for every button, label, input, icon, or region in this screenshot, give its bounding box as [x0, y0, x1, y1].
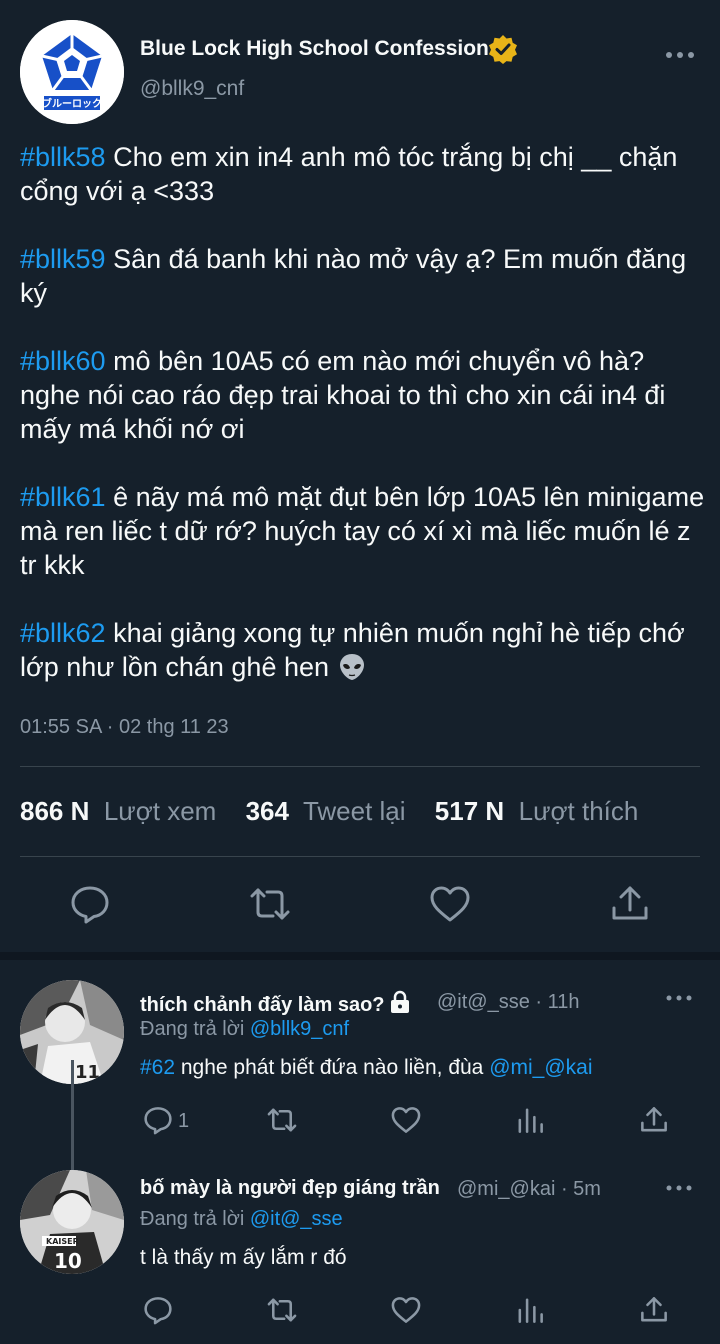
post-paragraph: #bllk62 khai giảng xong tự nhiên muốn ng… — [20, 616, 710, 684]
post-paragraph: #bllk60 mô bên 10A5 có em nào mới chuyển… — [20, 344, 710, 446]
retweet-icon[interactable] — [266, 1104, 298, 1136]
author-handle[interactable]: @bllk9_cnf — [140, 77, 244, 101]
reply-avatar[interactable]: KAISER 10 — [20, 1170, 124, 1274]
post-paragraph: #bllk61 ê nãy má mô mặt đụt bên lớp 10A5… — [20, 480, 710, 582]
share-icon[interactable] — [638, 1104, 670, 1136]
post-text: ê nãy má mô mặt đụt bên lớp 10A5 lên min… — [20, 482, 712, 580]
analytics-icon[interactable] — [514, 1294, 546, 1326]
share-icon[interactable] — [608, 882, 652, 926]
analytics-icon[interactable] — [514, 1104, 546, 1136]
tweet-stats: 866 N Lượt xem 364 Tweet lại 517 N Lượt … — [20, 796, 660, 827]
retweet-icon[interactable] — [266, 1294, 298, 1326]
hashtag-link[interactable]: #bllk62 — [20, 618, 106, 648]
mention-link[interactable]: @mi_@kai — [489, 1056, 592, 1079]
likes-label[interactable]: Lượt thích — [519, 796, 639, 826]
post-paragraph: #bllk59 Sân đá banh khi nào mở vậy ạ? Em… — [20, 242, 710, 310]
author-avatar[interactable]: ブルーロック — [20, 20, 124, 124]
more-options-icon[interactable] — [662, 40, 698, 70]
like-heart-icon[interactable] — [428, 882, 472, 926]
post-paragraph: #bllk58 Cho em xin in4 anh mô tóc trắng … — [20, 140, 710, 208]
svg-text:KAISER: KAISER — [46, 1237, 79, 1246]
reply-count: 1 — [178, 1110, 190, 1132]
reply-icon[interactable] — [142, 1294, 174, 1326]
logo-text: ブルーロック — [42, 97, 102, 110]
reply-icon[interactable] — [142, 1104, 174, 1136]
section-separator — [0, 952, 720, 960]
retweets-count[interactable]: 364 — [246, 796, 289, 826]
post-text: Cho em xin in4 anh mô tóc trắng bị chị _… — [20, 142, 685, 206]
hashtag-link[interactable]: #bllk60 — [20, 346, 106, 376]
views-count[interactable]: 866 N — [20, 796, 89, 826]
hashtag-link[interactable]: #62 — [140, 1056, 175, 1079]
replying-to-link[interactable]: @bllk9_cnf — [250, 1018, 349, 1040]
tweet-timestamp[interactable]: 01:55 SA · 02 thg 11 23 — [20, 716, 229, 739]
replying-to-link[interactable]: @it@_sse — [250, 1208, 343, 1230]
reply-author-handle[interactable]: @mi_@kai · 5m — [457, 1178, 601, 1201]
like-heart-icon[interactable] — [390, 1294, 422, 1326]
replying-to: Đang trả lời @it@_sse — [140, 1208, 343, 1230]
post-text: mô bên 10A5 có em nào mới chuyển vô hà? … — [20, 346, 673, 444]
hashtag-link[interactable]: #bllk59 — [20, 244, 106, 274]
views-label[interactable]: Lượt xem — [104, 796, 216, 826]
like-heart-icon[interactable] — [390, 1104, 422, 1136]
reply-author-name[interactable]: thích chảnh đấy làm sao? — [140, 990, 411, 1017]
blue-lock-logo: ブルーロック — [20, 20, 124, 124]
retweet-icon[interactable] — [248, 882, 292, 926]
reply-more-icon[interactable] — [664, 1178, 694, 1198]
reply-icon[interactable] — [68, 882, 112, 926]
replying-to: Đang trả lời @bllk9_cnf — [140, 1018, 350, 1040]
reply-text: t là thấy m ấy lắm r đó — [140, 1246, 347, 1269]
hashtag-link[interactable]: #bllk61 — [20, 482, 106, 512]
likes-count[interactable]: 517 N — [435, 796, 504, 826]
svg-text:11: 11 — [75, 1062, 100, 1083]
reply-text: #62 nghe phát biết đứa nào liền, đùa @mi… — [140, 1056, 593, 1079]
thread-connector — [71, 1060, 74, 1170]
hashtag-link[interactable]: #bllk58 — [20, 142, 106, 172]
share-icon[interactable] — [638, 1294, 670, 1326]
divider — [20, 766, 700, 767]
reply-author-name[interactable]: bố mày là người đẹp giáng trần — [140, 1177, 440, 1200]
divider — [20, 856, 700, 857]
reply-more-icon[interactable] — [664, 988, 694, 1008]
tweet-text: #bllk58 Cho em xin in4 anh mô tóc trắng … — [20, 140, 710, 718]
post-text: Sân đá banh khi nào mở vậy ạ? Em muốn đă… — [20, 244, 694, 308]
verified-badge-icon[interactable] — [488, 34, 518, 64]
lock-icon — [390, 990, 409, 1013]
alien-emoji-icon — [339, 654, 364, 680]
svg-text:10: 10 — [54, 1249, 82, 1273]
reply-author-handle[interactable]: @it@_sse · 11h — [437, 991, 580, 1014]
retweets-label[interactable]: Tweet lại — [303, 796, 406, 826]
author-name[interactable]: Blue Lock High School Confession — [140, 37, 489, 61]
